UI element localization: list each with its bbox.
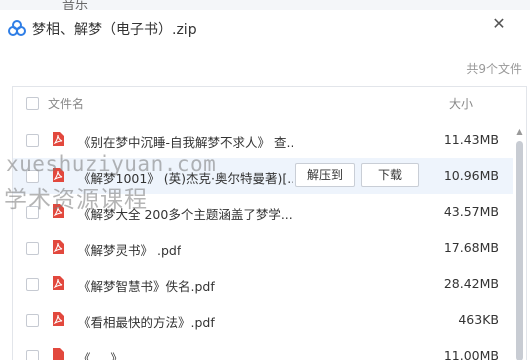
table-row[interactable]: 《解梦智慧书》佚名.pdf 28.42MB xyxy=(13,266,513,302)
watermark-url: xueshuziyuan.com xyxy=(6,152,217,176)
file-name: 《解梦智慧书》佚名.pdf xyxy=(78,279,215,294)
dialog-titlebar: 梦相、解梦（电子书）.zip ✕ xyxy=(0,10,530,50)
baidu-cloud-icon xyxy=(8,20,26,36)
file-name: 《解梦灵书》 .pdf xyxy=(78,243,182,258)
file-count-label: 共9个文件 xyxy=(466,62,522,76)
pdf-file-icon xyxy=(53,132,64,146)
pdf-file-icon xyxy=(53,348,64,360)
table-row[interactable]: 《看相最快的方法》.pdf 463KB xyxy=(13,302,513,338)
file-list-header: 文件名 大小 xyxy=(13,87,526,121)
dialog-title: 梦相、解梦（电子书）.zip xyxy=(32,22,197,38)
row-checkbox[interactable] xyxy=(26,350,39,360)
file-size: 11.43MB xyxy=(443,132,499,147)
row-checkbox[interactable] xyxy=(26,242,39,255)
table-row[interactable]: 《 ... 》 11.00MB xyxy=(13,338,513,360)
column-header-size: 大小 xyxy=(449,97,474,111)
pdf-file-icon xyxy=(53,312,64,326)
file-size: 11.00MB xyxy=(443,348,499,360)
row-checkbox[interactable] xyxy=(26,278,39,291)
file-size: 28.42MB xyxy=(443,276,499,291)
select-all-checkbox[interactable] xyxy=(26,97,39,110)
scroll-up-arrow-icon[interactable]: ▲ xyxy=(515,127,524,136)
file-size: 463KB xyxy=(458,312,499,327)
close-icon[interactable]: ✕ xyxy=(487,12,511,36)
download-button[interactable]: 下载 xyxy=(361,163,419,187)
extract-to-button[interactable]: 解压到 xyxy=(295,163,355,187)
watermark-text: 学术资源课程 xyxy=(4,187,148,213)
file-size: 43.57MB xyxy=(443,204,499,219)
pdf-file-icon xyxy=(53,276,64,290)
scroll-thumb[interactable] xyxy=(516,141,523,360)
file-size: 17.68MB xyxy=(443,240,499,255)
file-name: 《 ... 》 xyxy=(78,351,123,360)
file-size: 10.96MB xyxy=(443,168,499,183)
file-list-panel: 文件名 大小 《别在梦中沉睡-自我解梦不求人》 查... 11.43MB 《解梦… xyxy=(12,86,527,360)
pdf-file-icon xyxy=(53,240,64,254)
row-checkbox[interactable] xyxy=(26,314,39,327)
column-header-name: 文件名 xyxy=(48,97,85,111)
file-name: 《看相最快的方法》.pdf xyxy=(78,315,215,330)
table-row[interactable]: 《解梦灵书》 .pdf 17.68MB xyxy=(13,230,513,266)
vertical-scrollbar[interactable]: ▲ xyxy=(515,127,524,360)
row-checkbox[interactable] xyxy=(26,134,39,147)
file-name: 《别在梦中沉睡-自我解梦不求人》 查... xyxy=(78,135,293,150)
